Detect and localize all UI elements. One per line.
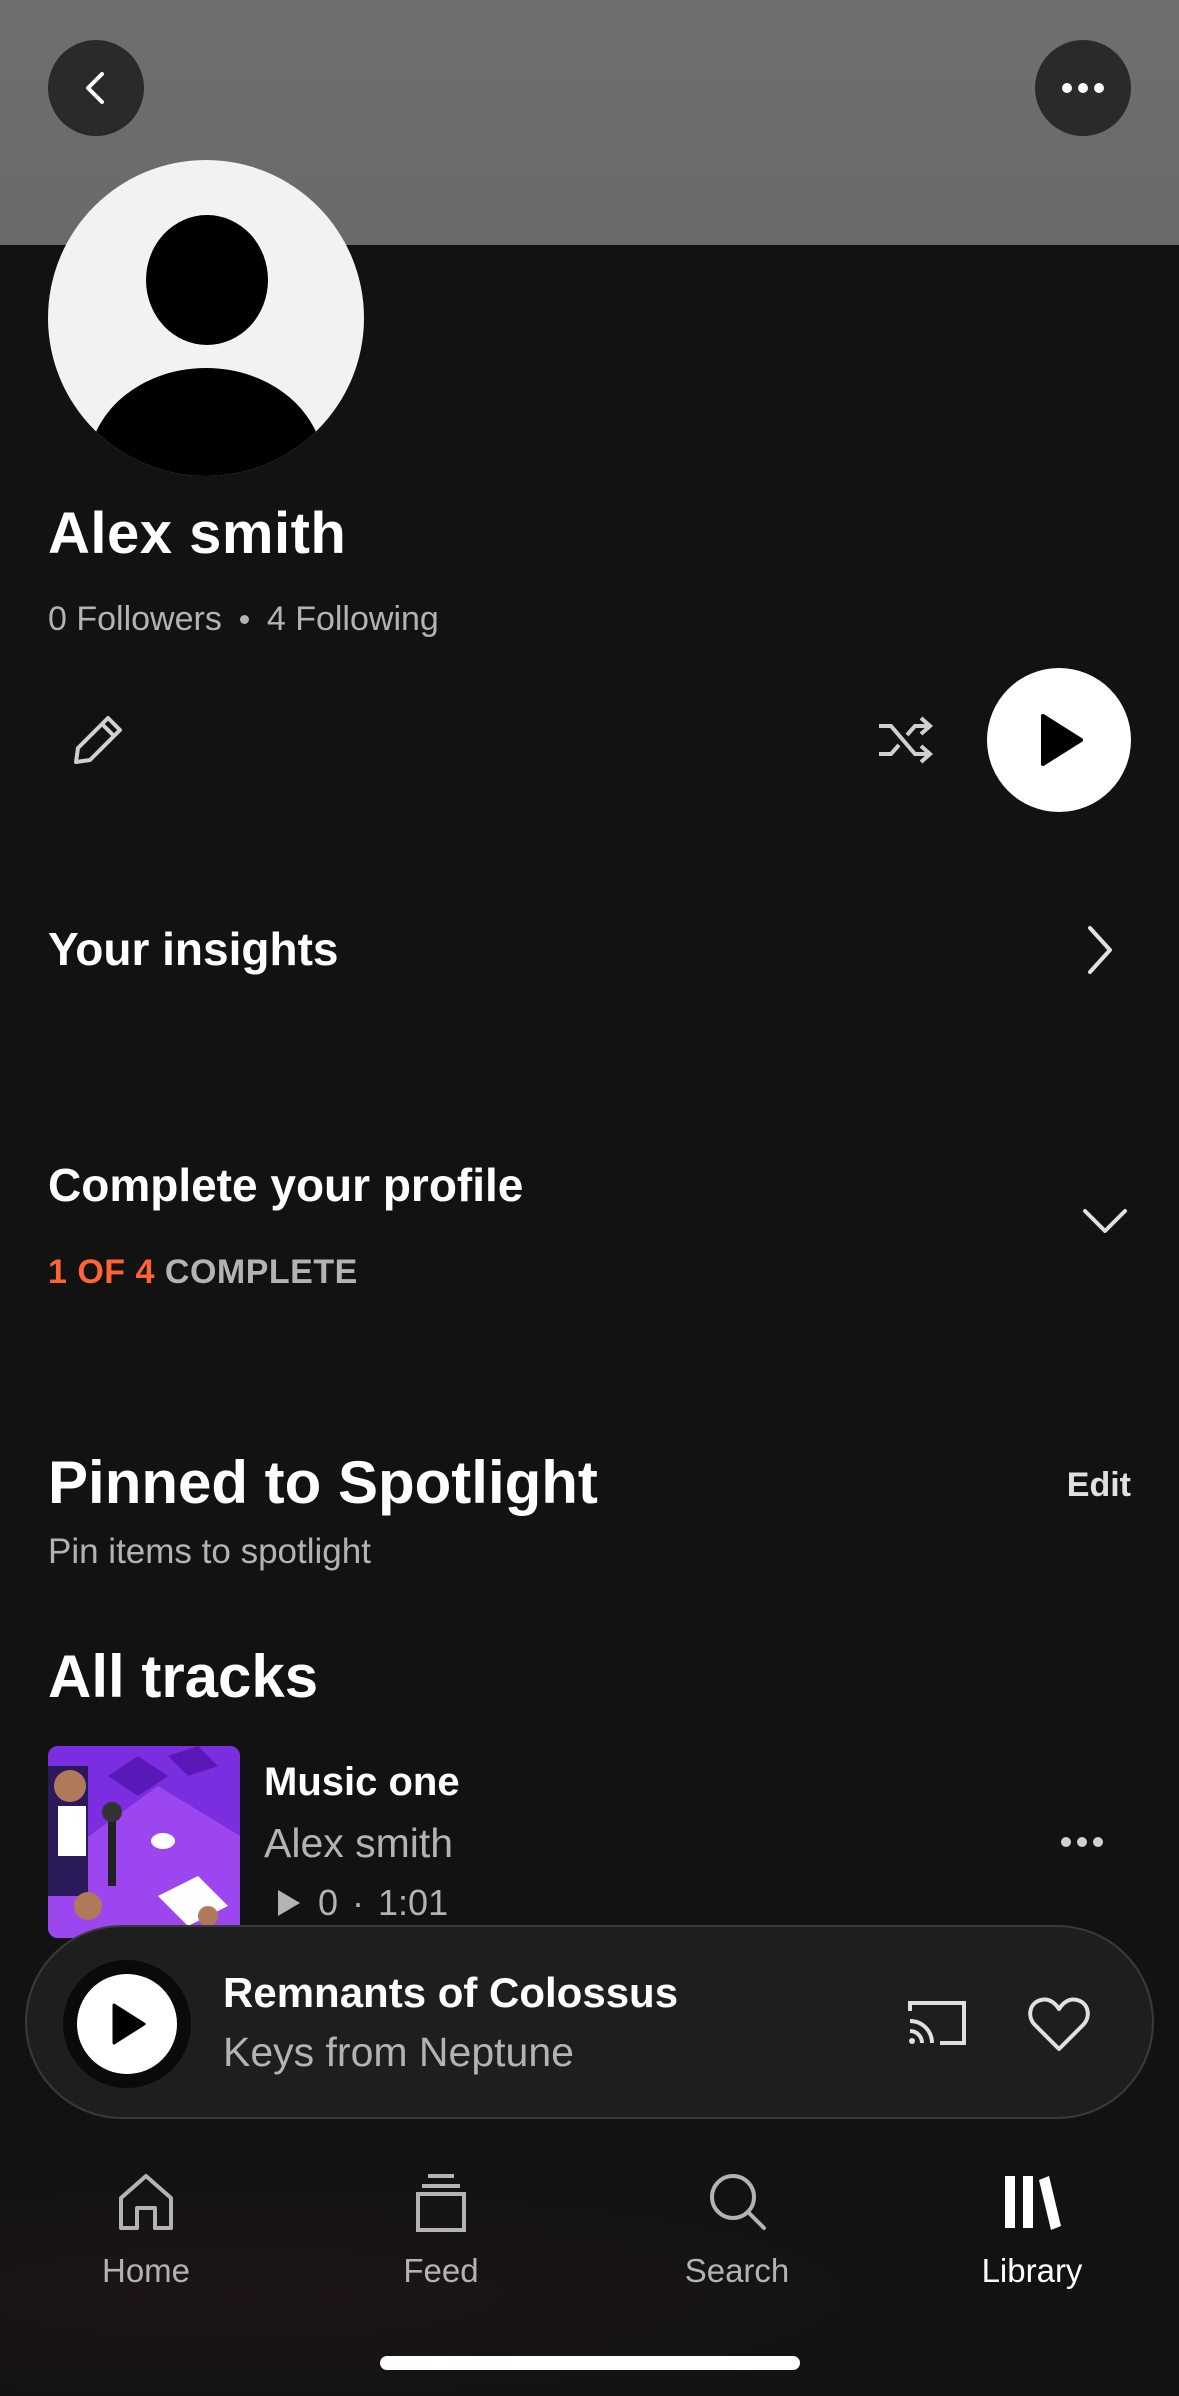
track-title[interactable]: Music one — [264, 1760, 460, 1805]
back-arrow-icon — [86, 72, 104, 104]
following-count[interactable]: 4 Following — [267, 600, 439, 639]
spotlight-subtitle: Pin items to spotlight — [48, 1532, 371, 1571]
meta-separator: · — [352, 1882, 365, 1923]
shuffle-button[interactable] — [870, 705, 940, 775]
play-button[interactable] — [987, 668, 1131, 812]
progress-rest: COMPLETE — [164, 1253, 358, 1291]
now-playing-title: Remnants of Colossus — [223, 1969, 679, 2016]
complete-profile-progress: 1 OF 4 COMPLETE — [48, 1253, 358, 1292]
follow-stats: 0 Followers 4 Following — [48, 600, 439, 639]
home-icon — [119, 2174, 173, 2230]
back-button[interactable] — [48, 40, 144, 136]
like-button[interactable] — [1023, 1989, 1095, 2059]
expand-complete-profile-button[interactable] — [1075, 1195, 1135, 1245]
track-plays: 0 — [318, 1882, 339, 1923]
progress-done: 1 OF 4 — [48, 1253, 155, 1291]
nav-feed[interactable]: Feed — [341, 2170, 541, 2290]
track-artwork[interactable] — [48, 1746, 240, 1938]
library-icon — [1005, 2176, 1061, 2230]
track-more-button[interactable] — [1050, 1820, 1114, 1864]
separator-dot — [239, 615, 249, 624]
nav-feed-label: Feed — [403, 2252, 479, 2289]
track-duration: 1:01 — [378, 1882, 449, 1923]
insights-label[interactable]: Your insights — [48, 922, 339, 976]
feed-icon — [416, 2174, 466, 2232]
play-count-icon — [278, 1890, 300, 1916]
all-tracks-title: All tracks — [48, 1643, 319, 1710]
avatar[interactable] — [48, 160, 364, 476]
heart-icon — [1028, 1997, 1090, 2051]
spotlight-edit-button[interactable]: Edit — [1067, 1466, 1131, 1505]
now-playing-artist: Keys from Neptune — [223, 2029, 574, 2075]
chevron-right-icon — [1088, 926, 1112, 974]
cast-button[interactable] — [903, 1991, 973, 2055]
avatar-body-shape — [88, 368, 324, 476]
nav-home[interactable]: Home — [46, 2170, 246, 2290]
followers-count[interactable]: 0 Followers — [48, 600, 222, 639]
nav-home-label: Home — [101, 2252, 191, 2289]
more-options-icon — [1061, 1837, 1103, 1847]
shuffle-icon — [879, 716, 934, 764]
complete-profile-title[interactable]: Complete your profile — [48, 1158, 523, 1212]
track-artist: Alex smith — [264, 1820, 454, 1866]
nav-search-label: Search — [684, 2252, 790, 2289]
pencil-icon — [74, 716, 122, 764]
chevron-down-icon — [1083, 1209, 1127, 1233]
play-icon — [1041, 714, 1083, 766]
mini-play-circle — [77, 1974, 177, 2074]
track-artwork-illustration — [48, 1746, 240, 1938]
home-indicator — [380, 2356, 800, 2370]
insights-chevron-button[interactable] — [1070, 920, 1130, 980]
track-meta: 0 · 1:01 — [270, 1882, 448, 1924]
nav-library-label: Library — [981, 2252, 1083, 2289]
avatar-head-shape — [146, 215, 268, 345]
edit-profile-button[interactable] — [58, 700, 138, 780]
play-icon — [112, 2003, 146, 2045]
more-options-icon — [1062, 83, 1104, 93]
nav-search[interactable]: Search — [637, 2170, 837, 2290]
mini-player-play-button[interactable] — [63, 1960, 191, 2088]
spotlight-title: Pinned to Spotlight — [48, 1449, 598, 1516]
more-options-button[interactable] — [1035, 40, 1131, 136]
search-icon — [710, 2174, 766, 2230]
mini-player[interactable]: Remnants of Colossus Keys from Neptune — [25, 1925, 1154, 2119]
profile-name: Alex smith — [48, 501, 347, 566]
nav-library[interactable]: Library — [932, 2170, 1132, 2290]
cast-icon — [908, 2001, 966, 2045]
